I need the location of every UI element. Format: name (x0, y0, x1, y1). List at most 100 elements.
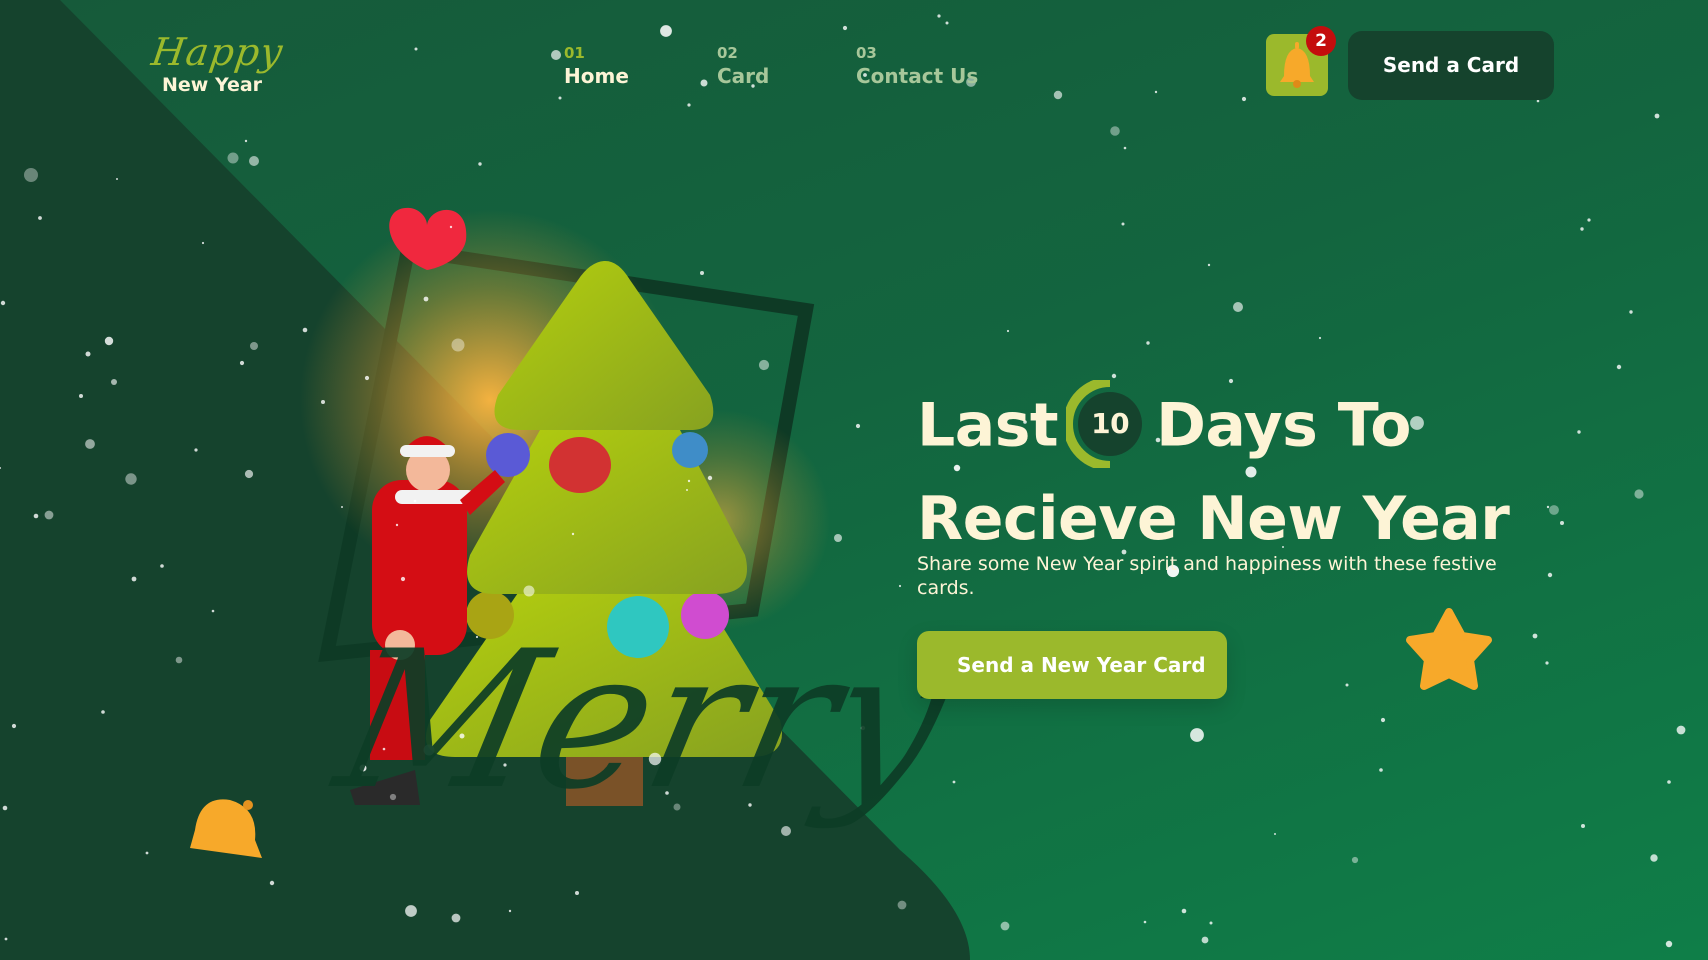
snowflake (1676, 725, 1686, 735)
hero-subtitle: Share some New Year spirit and happiness… (917, 553, 1497, 599)
snowflake (1318, 336, 1322, 340)
send-new-year-card-button[interactable]: Send a New Year Card (917, 631, 1227, 699)
send-card-button[interactable]: Send a Card (1348, 31, 1554, 100)
snowflake (239, 360, 245, 366)
snowflake (1241, 96, 1247, 102)
logo-text[interactable]: New Year (162, 74, 262, 96)
nav-label: Contact Us (856, 64, 979, 88)
nav-number: 02 (717, 44, 738, 62)
snowflake (1380, 717, 1386, 723)
snowflake (250, 342, 258, 350)
snowflake (1379, 768, 1383, 772)
snowflake (660, 25, 672, 37)
snowflake (451, 913, 461, 923)
snowflake (302, 327, 308, 333)
nav-card[interactable]: 02 Card (717, 44, 769, 88)
snowflake (0, 300, 6, 306)
headline-line2: Recieve New Year (917, 484, 1510, 554)
snowflake (33, 513, 39, 519)
snowflake (508, 909, 512, 913)
snowflake (1560, 521, 1564, 525)
snowflake (1654, 113, 1660, 119)
snowflake (1532, 633, 1538, 639)
snowflake (1577, 430, 1581, 434)
snowflake (1629, 310, 1633, 314)
snowflake (395, 523, 399, 527)
snowflake (341, 506, 343, 508)
nav-label: Card (717, 64, 770, 88)
snowflake (1181, 908, 1187, 914)
days-count: 10 (1078, 392, 1143, 456)
headline-after: Days To (1156, 390, 1411, 461)
snowflake (111, 379, 117, 385)
snowflake (945, 21, 949, 25)
logo-script[interactable]: Happy (149, 30, 286, 74)
snowflake (364, 375, 370, 381)
snowflake (131, 576, 137, 582)
snowflake (44, 510, 54, 520)
snowflake (952, 780, 956, 784)
snowflake (38, 216, 42, 220)
snowflake (211, 609, 215, 613)
snowflake (1650, 854, 1658, 862)
snowflake (1545, 661, 1549, 665)
snowflake (834, 534, 842, 542)
snowflake (1154, 90, 1158, 94)
snowflake (400, 576, 406, 582)
headline-before: Last (917, 390, 1059, 461)
hero-headline: Last 10 Days To Recieve New Year (917, 380, 1510, 560)
snowflake (551, 50, 561, 60)
snowflake (687, 479, 691, 483)
snowflake (249, 156, 259, 166)
snowflake (194, 448, 198, 452)
snowflake (85, 351, 91, 357)
snowflake (1233, 302, 1243, 312)
snowflake (11, 723, 17, 729)
snowflake (145, 851, 149, 855)
snowflake (855, 423, 861, 429)
days-countdown: 10 (1066, 380, 1146, 468)
nav-label: Home (564, 64, 629, 88)
snowflake (1121, 222, 1125, 226)
snowflake (104, 336, 114, 346)
snowflake (1201, 936, 1209, 944)
merry-script-text: Merry (321, 610, 965, 831)
snowflake (478, 162, 482, 166)
snowflake (405, 905, 417, 917)
snowflake (1190, 728, 1204, 742)
snowflake (79, 394, 83, 398)
snowflake (898, 584, 902, 588)
snowflake (1209, 921, 1213, 925)
snowflake (686, 489, 688, 491)
snowflake (700, 271, 704, 275)
snowflake (244, 139, 248, 143)
snowflake (1667, 780, 1671, 784)
snowflake (201, 241, 205, 245)
snowflake (244, 469, 254, 479)
snowflake (1546, 505, 1550, 509)
snowflake (1053, 90, 1063, 100)
snowflake (1536, 99, 1540, 103)
snowflake (1616, 364, 1622, 370)
snowflake (1143, 920, 1147, 924)
snowflake (897, 900, 907, 910)
snowflake (423, 296, 429, 302)
snowflake (523, 585, 535, 597)
nav-home[interactable]: 01 Home (564, 44, 629, 88)
nav-number: 01 (564, 44, 585, 62)
snowflake (85, 439, 95, 449)
snowflake (1207, 263, 1211, 267)
snowflake (1581, 824, 1585, 828)
snowflake (125, 473, 137, 485)
snowflake (700, 79, 708, 87)
nav-number: 03 (856, 44, 877, 62)
snowflake (413, 499, 417, 503)
snowflake (575, 891, 579, 895)
snowflake (558, 96, 562, 100)
snowflake (4, 937, 8, 941)
snowflake (842, 25, 848, 31)
nav-contact-us[interactable]: 03 Contact Us (856, 44, 978, 88)
snowflake (2, 805, 8, 811)
snowflake (1000, 921, 1010, 931)
snowflake (160, 564, 164, 568)
